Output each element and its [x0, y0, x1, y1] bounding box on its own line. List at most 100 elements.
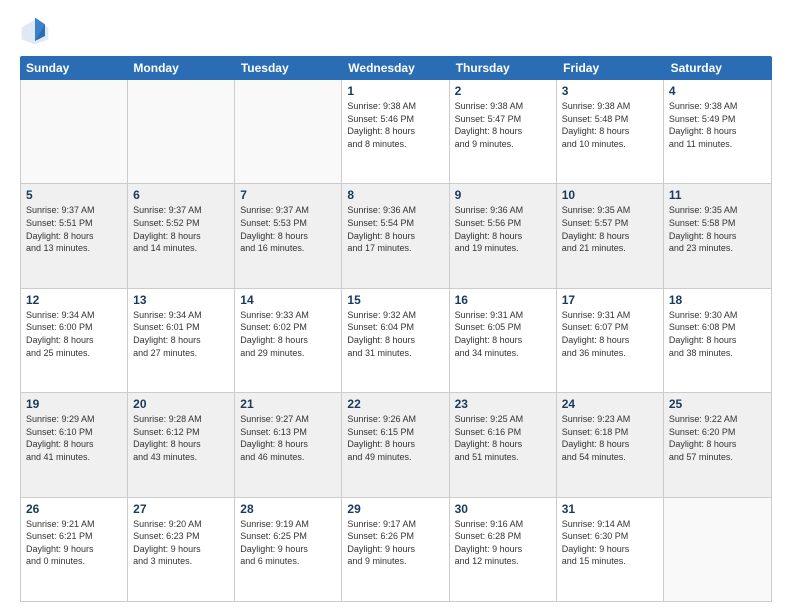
logo-icon [20, 16, 50, 46]
cal-cell-day-29: 29 Sunrise: 9:17 AM Sunset: 6:26 PM Dayli… [342, 498, 449, 601]
day-number: 23 [455, 397, 551, 411]
cal-cell-day-22: 22 Sunrise: 9:26 AM Sunset: 6:15 PM Dayli… [342, 393, 449, 496]
day-info: Sunrise: 9:37 AM Sunset: 5:51 PM Dayligh… [26, 204, 122, 254]
cal-cell-day-9: 9Sunrise: 9:36 AM Sunset: 5:56 PM Daylig… [450, 184, 557, 287]
cal-cell-day-26: 26 Sunrise: 9:21 AM Sunset: 6:21 PM Dayli… [21, 498, 128, 601]
day-number: 1 [347, 84, 443, 98]
cal-cell-empty [235, 80, 342, 183]
header [20, 16, 772, 46]
day-number: 20 [133, 397, 229, 411]
day-number: 7 [240, 188, 336, 202]
cal-cell-day-2: 2Sunrise: 9:38 AM Sunset: 5:47 PM Daylig… [450, 80, 557, 183]
day-info: Sunrise: 9:31 AM Sunset: 6:05 PM Dayligh… [455, 309, 551, 359]
day-number: 26 [26, 502, 122, 516]
day-number: 9 [455, 188, 551, 202]
day-number: 8 [347, 188, 443, 202]
day-number: 14 [240, 293, 336, 307]
cal-cell-day-25: 25 Sunrise: 9:22 AM Sunset: 6:20 PM Dayli… [664, 393, 771, 496]
day-number: 24 [562, 397, 658, 411]
day-number: 11 [669, 188, 766, 202]
cal-cell-day-16: 16 Sunrise: 9:31 AM Sunset: 6:05 PM Dayli… [450, 289, 557, 392]
cal-cell-day-5: 5Sunrise: 9:37 AM Sunset: 5:51 PM Daylig… [21, 184, 128, 287]
day-info: Sunrise: 9:23 AM Sunset: 6:18 PM Dayligh… [562, 413, 658, 463]
cal-cell-day-7: 7 Sunrise: 9:37 AM Sunset: 5:53 PM Daylig… [235, 184, 342, 287]
day-info: Sunrise: 9:38 AM Sunset: 5:48 PM Dayligh… [562, 100, 658, 150]
cal-week-2: 5Sunrise: 9:37 AM Sunset: 5:51 PM Daylig… [21, 184, 771, 288]
day-info: Sunrise: 9:26 AM Sunset: 6:15 PM Dayligh… [347, 413, 443, 463]
day-number: 27 [133, 502, 229, 516]
day-info: Sunrise: 9:38 AM Sunset: 5:46 PM Dayligh… [347, 100, 443, 150]
day-number: 18 [669, 293, 766, 307]
logo [20, 16, 54, 46]
day-number: 15 [347, 293, 443, 307]
cal-cell-empty [128, 80, 235, 183]
day-number: 16 [455, 293, 551, 307]
day-info: Sunrise: 9:38 AM Sunset: 5:47 PM Dayligh… [455, 100, 551, 150]
day-info: Sunrise: 9:14 AM Sunset: 6:30 PM Dayligh… [562, 518, 658, 568]
cal-cell-day-10: 10 Sunrise: 9:35 AM Sunset: 5:57 PM Dayli… [557, 184, 664, 287]
day-info: Sunrise: 9:35 AM Sunset: 5:58 PM Dayligh… [669, 204, 766, 254]
day-number: 4 [669, 84, 766, 98]
cal-week-5: 26 Sunrise: 9:21 AM Sunset: 6:21 PM Dayli… [21, 498, 771, 601]
cal-cell-day-19: 19Sunrise: 9:29 AM Sunset: 6:10 PM Dayli… [21, 393, 128, 496]
day-info: Sunrise: 9:36 AM Sunset: 5:54 PM Dayligh… [347, 204, 443, 254]
day-info: Sunrise: 9:22 AM Sunset: 6:20 PM Dayligh… [669, 413, 766, 463]
day-number: 25 [669, 397, 766, 411]
page: SundayMondayTuesdayWednesdayThursdayFrid… [0, 0, 792, 612]
cal-week-4: 19Sunrise: 9:29 AM Sunset: 6:10 PM Dayli… [21, 393, 771, 497]
cal-cell-day-15: 15Sunrise: 9:32 AM Sunset: 6:04 PM Dayli… [342, 289, 449, 392]
day-info: Sunrise: 9:33 AM Sunset: 6:02 PM Dayligh… [240, 309, 336, 359]
day-info: Sunrise: 9:19 AM Sunset: 6:25 PM Dayligh… [240, 518, 336, 568]
day-number: 13 [133, 293, 229, 307]
day-info: Sunrise: 9:25 AM Sunset: 6:16 PM Dayligh… [455, 413, 551, 463]
cal-header-cell-friday: Friday [557, 56, 664, 80]
day-number: 21 [240, 397, 336, 411]
cal-cell-day-13: 13Sunrise: 9:34 AM Sunset: 6:01 PM Dayli… [128, 289, 235, 392]
day-number: 31 [562, 502, 658, 516]
cal-cell-day-27: 27Sunrise: 9:20 AM Sunset: 6:23 PM Dayli… [128, 498, 235, 601]
cal-cell-day-12: 12Sunrise: 9:34 AM Sunset: 6:00 PM Dayli… [21, 289, 128, 392]
day-info: Sunrise: 9:21 AM Sunset: 6:21 PM Dayligh… [26, 518, 122, 568]
day-number: 19 [26, 397, 122, 411]
cal-cell-day-18: 18 Sunrise: 9:30 AM Sunset: 6:08 PM Dayli… [664, 289, 771, 392]
cal-header-cell-saturday: Saturday [665, 56, 772, 80]
day-number: 30 [455, 502, 551, 516]
calendar-body: 1 Sunrise: 9:38 AM Sunset: 5:46 PM Daylig… [20, 80, 772, 602]
cal-header-cell-monday: Monday [127, 56, 234, 80]
day-info: Sunrise: 9:17 AM Sunset: 6:26 PM Dayligh… [347, 518, 443, 568]
cal-header-cell-thursday: Thursday [450, 56, 557, 80]
cal-cell-day-21: 21Sunrise: 9:27 AM Sunset: 6:13 PM Dayli… [235, 393, 342, 496]
cal-cell-day-14: 14 Sunrise: 9:33 AM Sunset: 6:02 PM Dayli… [235, 289, 342, 392]
cal-cell-day-24: 24 Sunrise: 9:23 AM Sunset: 6:18 PM Dayli… [557, 393, 664, 496]
cal-cell-day-23: 23 Sunrise: 9:25 AM Sunset: 6:16 PM Dayli… [450, 393, 557, 496]
day-number: 29 [347, 502, 443, 516]
cal-cell-day-6: 6 Sunrise: 9:37 AM Sunset: 5:52 PM Daylig… [128, 184, 235, 287]
cal-cell-day-8: 8 Sunrise: 9:36 AM Sunset: 5:54 PM Daylig… [342, 184, 449, 287]
day-info: Sunrise: 9:38 AM Sunset: 5:49 PM Dayligh… [669, 100, 766, 150]
day-number: 10 [562, 188, 658, 202]
day-info: Sunrise: 9:37 AM Sunset: 5:53 PM Dayligh… [240, 204, 336, 254]
cal-cell-day-17: 17 Sunrise: 9:31 AM Sunset: 6:07 PM Dayli… [557, 289, 664, 392]
day-number: 22 [347, 397, 443, 411]
day-number: 6 [133, 188, 229, 202]
day-info: Sunrise: 9:35 AM Sunset: 5:57 PM Dayligh… [562, 204, 658, 254]
day-number: 17 [562, 293, 658, 307]
cal-cell-day-28: 28 Sunrise: 9:19 AM Sunset: 6:25 PM Dayli… [235, 498, 342, 601]
cal-cell-day-1: 1 Sunrise: 9:38 AM Sunset: 5:46 PM Daylig… [342, 80, 449, 183]
day-info: Sunrise: 9:37 AM Sunset: 5:52 PM Dayligh… [133, 204, 229, 254]
cal-cell-day-11: 11 Sunrise: 9:35 AM Sunset: 5:58 PM Dayli… [664, 184, 771, 287]
day-info: Sunrise: 9:31 AM Sunset: 6:07 PM Dayligh… [562, 309, 658, 359]
day-number: 12 [26, 293, 122, 307]
cal-cell-day-20: 20 Sunrise: 9:28 AM Sunset: 6:12 PM Dayli… [128, 393, 235, 496]
cal-cell-day-3: 3Sunrise: 9:38 AM Sunset: 5:48 PM Daylig… [557, 80, 664, 183]
cal-week-1: 1 Sunrise: 9:38 AM Sunset: 5:46 PM Daylig… [21, 80, 771, 184]
cal-cell-day-30: 30 Sunrise: 9:16 AM Sunset: 6:28 PM Dayli… [450, 498, 557, 601]
day-info: Sunrise: 9:28 AM Sunset: 6:12 PM Dayligh… [133, 413, 229, 463]
day-info: Sunrise: 9:16 AM Sunset: 6:28 PM Dayligh… [455, 518, 551, 568]
calendar-header: SundayMondayTuesdayWednesdayThursdayFrid… [20, 56, 772, 80]
cal-header-cell-wednesday: Wednesday [342, 56, 449, 80]
day-number: 28 [240, 502, 336, 516]
cal-header-cell-sunday: Sunday [20, 56, 127, 80]
cal-cell-empty [21, 80, 128, 183]
day-info: Sunrise: 9:30 AM Sunset: 6:08 PM Dayligh… [669, 309, 766, 359]
